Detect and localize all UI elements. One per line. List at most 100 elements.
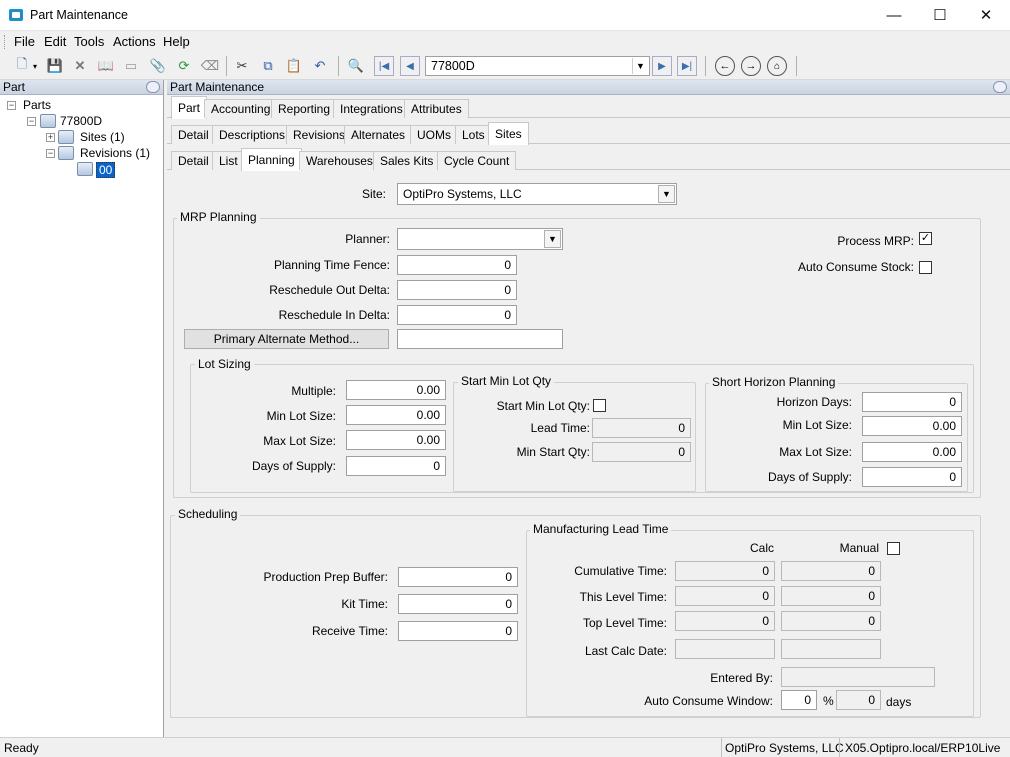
auto-consume-stock-checkbox[interactable] — [919, 261, 932, 274]
top-level-time-manual[interactable]: 0 — [781, 611, 881, 631]
last-record-icon[interactable]: ▶| — [677, 56, 697, 76]
max-lot-size-label: Max Lot Size: — [263, 434, 336, 448]
tree-node-part[interactable]: 77800D — [60, 114, 102, 128]
tab-sites[interactable]: Sites — [488, 122, 529, 145]
kit-time-input[interactable]: 0 — [398, 594, 518, 614]
tab-attributes[interactable]: Attributes — [404, 99, 469, 118]
last-calc-date-calc[interactable] — [675, 639, 775, 659]
pin-icon[interactable] — [993, 81, 1007, 93]
pin-icon[interactable] — [146, 81, 160, 93]
short-days-of-supply-input[interactable]: 0 — [862, 467, 962, 487]
days-of-supply-input[interactable]: 0 — [346, 456, 446, 476]
collapse-icon[interactable]: − — [46, 149, 55, 158]
tab-reporting[interactable]: Reporting — [271, 99, 338, 118]
tab-site-detail[interactable]: Detail — [171, 151, 216, 170]
cut-icon[interactable]: ✂ — [232, 56, 252, 76]
prev-record-icon[interactable]: ◀ — [400, 56, 420, 76]
back-icon[interactable]: ← — [715, 56, 735, 76]
planner-combo[interactable]: ▼ — [397, 228, 563, 250]
refresh-icon[interactable]: ⟳ — [174, 56, 194, 76]
copy-icon[interactable]: ⧉ — [258, 56, 278, 76]
tab-alternates[interactable]: Alternates — [344, 125, 413, 144]
multiple-input[interactable]: 0.00 — [346, 380, 446, 400]
close-button[interactable]: ✕ — [963, 0, 1009, 30]
receive-time-input[interactable]: 0 — [398, 621, 518, 641]
primary-alternate-method-input[interactable] — [397, 329, 563, 349]
lead-time-input[interactable]: 0 — [592, 418, 691, 438]
tab-sales-kits[interactable]: Sales Kits — [373, 151, 441, 170]
part-number-combo[interactable]: 77800D ▼ — [425, 56, 650, 76]
tab-list[interactable]: List — [212, 151, 245, 170]
attach-icon[interactable]: 📎 — [148, 56, 168, 76]
days-unit: days — [886, 695, 912, 709]
tab-cycle-count[interactable]: Cycle Count — [437, 151, 517, 170]
site-combo[interactable]: OptiPro Systems, LLC ▼ — [397, 183, 677, 205]
chevron-down-icon[interactable]: ▼ — [632, 58, 648, 74]
this-level-time-calc[interactable]: 0 — [675, 586, 775, 606]
tab-part[interactable]: Part — [171, 96, 208, 119]
delete-icon[interactable]: ✕ — [70, 56, 90, 76]
expand-icon[interactable]: + — [46, 133, 55, 142]
cumulative-time-calc[interactable]: 0 — [675, 561, 775, 581]
eraser-icon[interactable]: ⌫ — [200, 56, 220, 76]
tab-uoms[interactable]: UOMs — [410, 125, 458, 144]
menu-actions[interactable]: Actions — [113, 34, 156, 49]
first-record-icon[interactable]: |◀ — [374, 56, 394, 76]
cumulative-time-manual[interactable]: 0 — [781, 561, 881, 581]
menu-help[interactable]: Help — [163, 34, 190, 49]
collapse-icon[interactable]: − — [7, 101, 16, 110]
save-icon[interactable]: 💾 — [45, 56, 65, 76]
tab-planning[interactable]: Planning — [241, 148, 302, 171]
maximize-button[interactable]: ☐ — [917, 0, 963, 30]
entered-by-input[interactable] — [781, 667, 935, 687]
chevron-down-icon[interactable]: ▼ — [658, 185, 675, 203]
short-min-lot-size-input[interactable]: 0.00 — [862, 416, 962, 436]
last-calc-date-manual[interactable] — [781, 639, 881, 659]
tree-node-sites[interactable]: Sites (1) — [80, 130, 125, 144]
tree-node-parts[interactable]: Parts — [23, 98, 51, 112]
menu-file[interactable]: File — [14, 34, 35, 49]
collapse-icon[interactable]: − — [27, 117, 36, 126]
process-mrp-checkbox[interactable]: ✓ — [919, 232, 932, 245]
auto-consume-window-days[interactable]: 0 — [836, 690, 881, 710]
max-lot-size-input[interactable]: 0.00 — [346, 430, 446, 450]
tab-detail[interactable]: Detail — [171, 125, 216, 144]
tree-node-revision[interactable]: 00 — [96, 162, 116, 178]
horizon-days-input[interactable]: 0 — [862, 392, 962, 412]
next-record-icon[interactable]: ▶ — [652, 56, 672, 76]
minimize-button[interactable]: — — [871, 0, 917, 30]
primary-alternate-method-button[interactable]: Primary Alternate Method... — [184, 329, 389, 349]
find-icon[interactable]: 🔍 — [346, 56, 366, 76]
tab-descriptions[interactable]: Descriptions — [212, 125, 293, 144]
auto-consume-window-pct[interactable]: 0 — [781, 690, 817, 710]
tab-lots[interactable]: Lots — [455, 125, 492, 144]
book-icon[interactable]: 📖 — [96, 56, 116, 76]
min-start-qty-input[interactable]: 0 — [592, 442, 691, 462]
planning-time-fence-input[interactable]: 0 — [397, 255, 517, 275]
tree-node-revisions[interactable]: Revisions (1) — [80, 146, 150, 160]
blank-icon[interactable]: ▭ — [121, 56, 141, 76]
production-prep-buffer-input[interactable]: 0 — [398, 567, 518, 587]
home-icon[interactable]: ⌂ — [767, 56, 787, 76]
start-min-lot-qty-checkbox[interactable] — [593, 399, 606, 412]
chevron-down-icon[interactable]: ▼ — [544, 230, 561, 248]
forward-icon[interactable]: → — [741, 56, 761, 76]
reschedule-in-input[interactable]: 0 — [397, 305, 517, 325]
menu-edit[interactable]: Edit — [44, 34, 66, 49]
this-level-time-manual[interactable]: 0 — [781, 586, 881, 606]
undo-icon[interactable]: ↶ — [310, 56, 330, 76]
paste-icon[interactable]: 📋 — [284, 56, 304, 76]
tab-accounting[interactable]: Accounting — [204, 99, 278, 118]
short-max-lot-size-input[interactable]: 0.00 — [862, 442, 962, 462]
tab-integrations[interactable]: Integrations — [333, 99, 410, 118]
lead-time-label: Lead Time: — [530, 421, 590, 435]
min-lot-size-input[interactable]: 0.00 — [346, 405, 446, 425]
tab-warehouses[interactable]: Warehouses — [299, 151, 380, 170]
new-dropdown-icon[interactable]: ▾ — [29, 56, 41, 76]
reschedule-out-input[interactable]: 0 — [397, 280, 517, 300]
menu-tools[interactable]: Tools — [74, 34, 104, 49]
top-level-time-calc[interactable]: 0 — [675, 611, 775, 631]
tab-revisions[interactable]: Revisions — [286, 125, 353, 144]
manual-checkbox[interactable] — [887, 542, 900, 555]
reschedule-in-label: Reschedule In Delta: — [278, 308, 390, 322]
